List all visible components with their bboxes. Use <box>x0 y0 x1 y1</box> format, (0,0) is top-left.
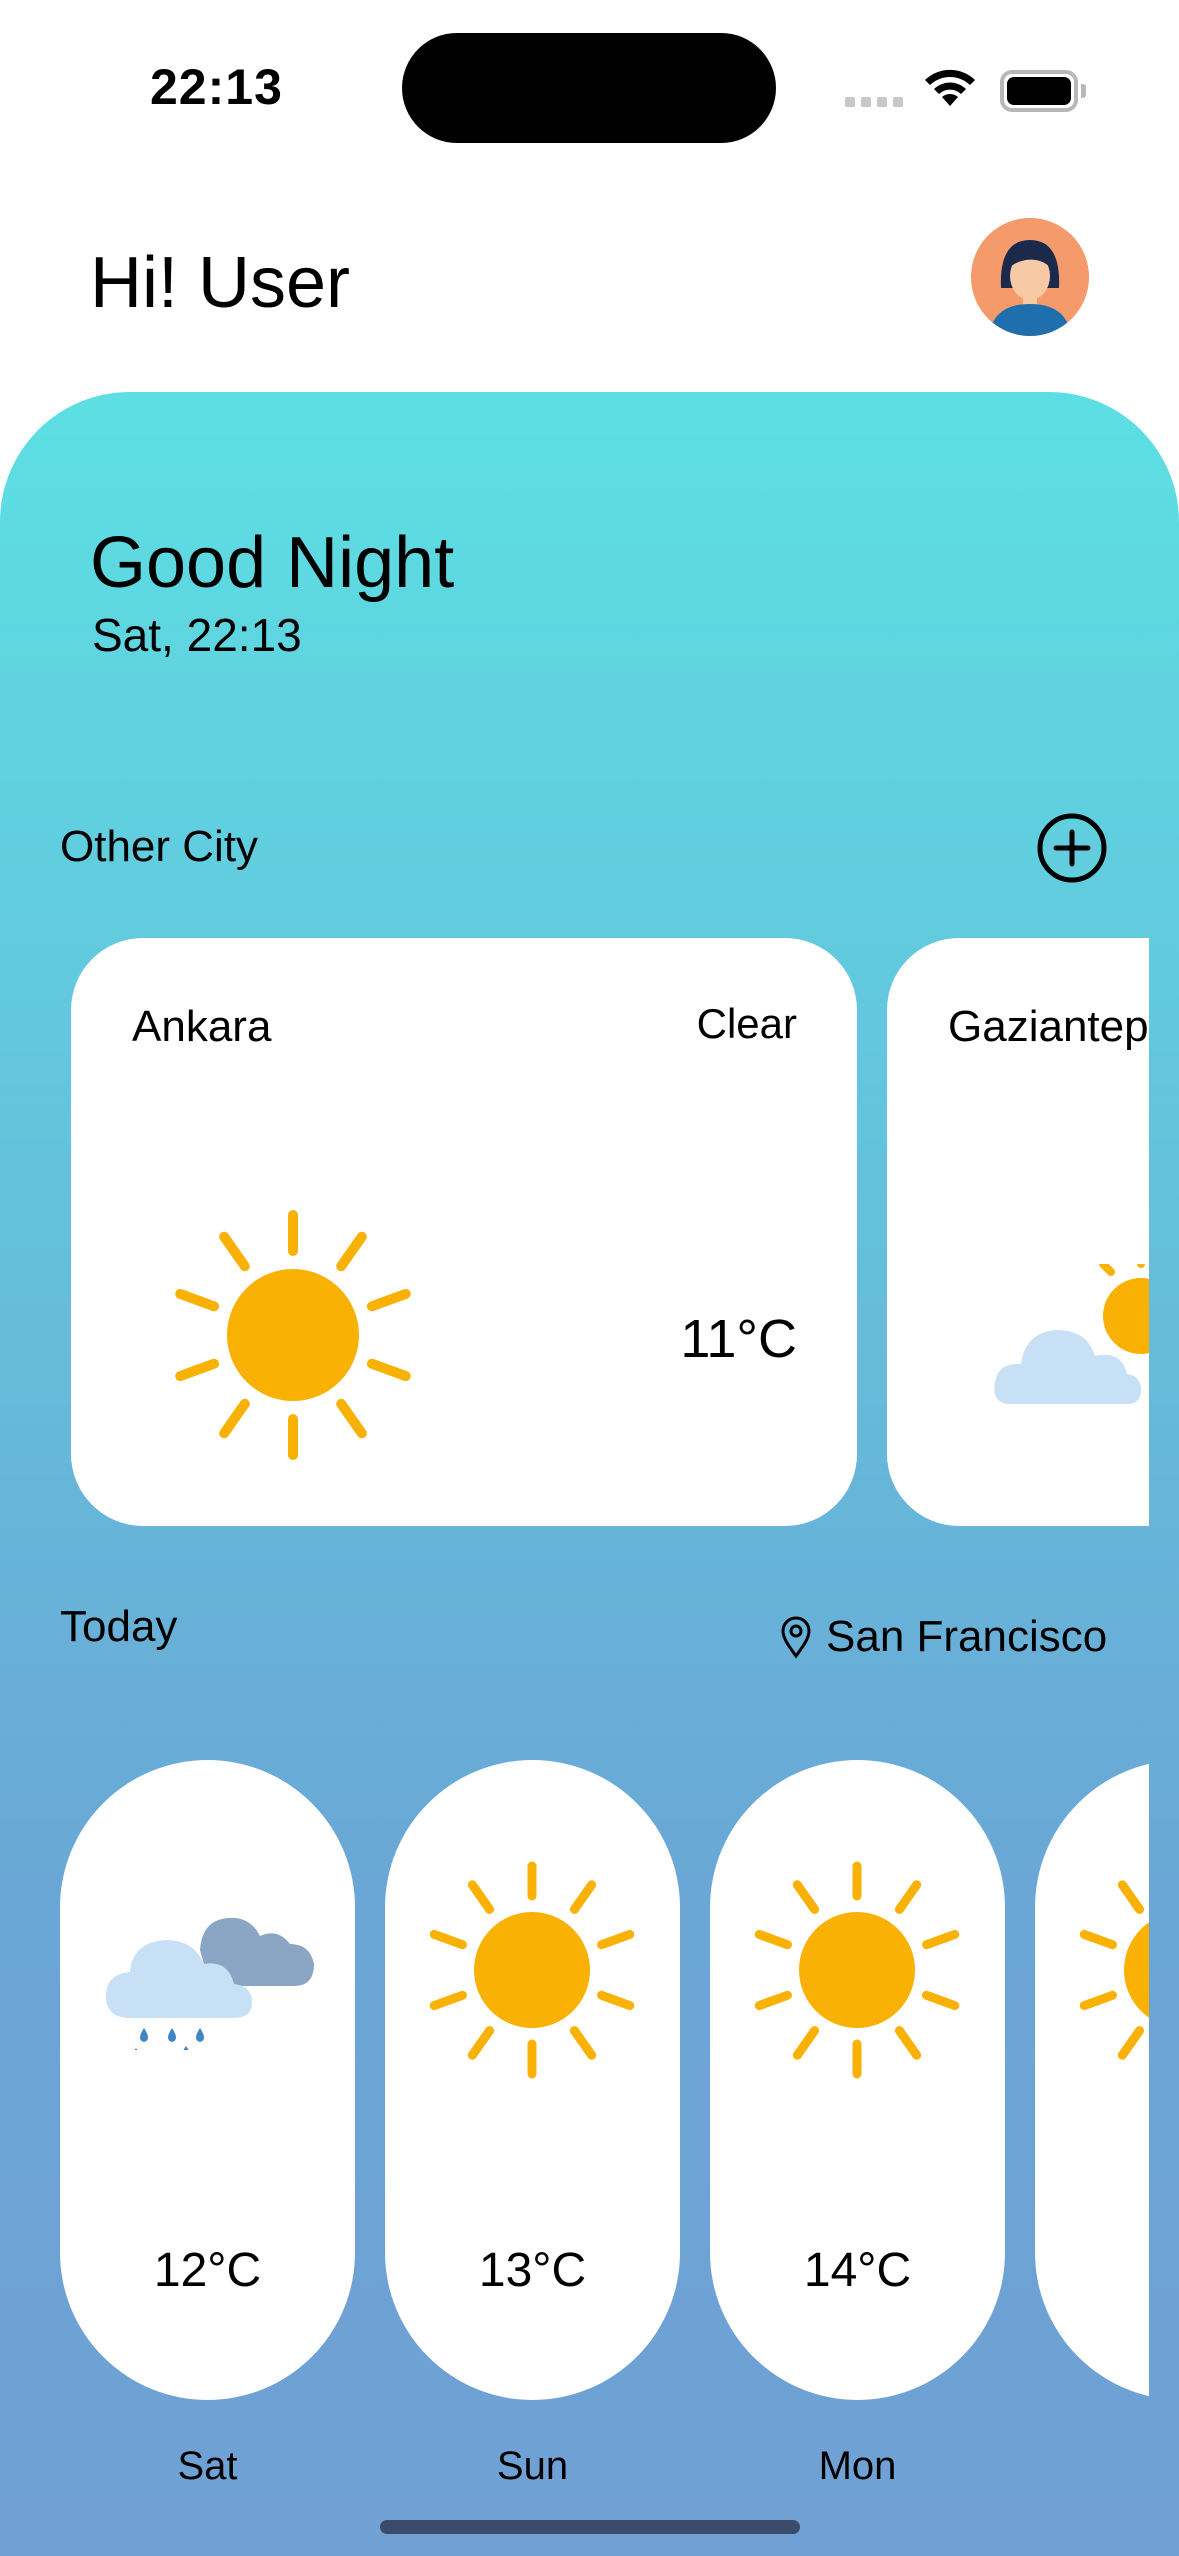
forecast-day-card[interactable]: 14°C <box>710 1760 1005 2400</box>
day-name: Sat <box>177 2444 238 2488</box>
rain-cloud-icon <box>100 1870 320 2058</box>
location-selector[interactable]: San Francisco <box>780 1612 1107 1662</box>
today-title: Today <box>60 1602 178 1651</box>
location-pin-icon <box>781 1616 811 1659</box>
city-card[interactable]: Gaziantep <box>887 938 1149 1526</box>
city-condition: Clear <box>696 1000 797 1047</box>
city-temperature: 11°C <box>680 1309 797 1369</box>
day-temperature: 13°C <box>478 2244 587 2297</box>
partly-cloudy-icon <box>991 1254 1149 1429</box>
forecast-day-card[interactable]: 1 <box>1035 1760 1149 2400</box>
day-temperature: 1 <box>1035 2243 1149 2298</box>
day-name: Mon <box>818 2444 897 2488</box>
day-temperature: 12°C <box>153 2244 262 2297</box>
city-name: Gaziantep <box>948 1002 1149 1051</box>
sun-icon <box>173 1210 413 1465</box>
forecast-day-card[interactable]: 12°C <box>60 1760 355 2400</box>
sun-icon <box>427 1860 637 2085</box>
forecast-day-card[interactable]: 13°C <box>385 1760 680 2400</box>
day-temperature: 14°C <box>803 2244 912 2297</box>
sun-icon <box>752 1860 962 2085</box>
day-name: Sun <box>496 2444 569 2488</box>
city-name: Ankara <box>132 1002 272 1051</box>
city-card[interactable]: Ankara Clear 11°C <box>71 938 857 1526</box>
sun-icon <box>1077 1860 1149 2085</box>
home-indicator[interactable] <box>380 2520 800 2534</box>
content-clip: Ankara Clear 11°C Gaziantep Today San Fr… <box>0 0 1149 2556</box>
location-name: San Francisco <box>826 1612 1108 1661</box>
